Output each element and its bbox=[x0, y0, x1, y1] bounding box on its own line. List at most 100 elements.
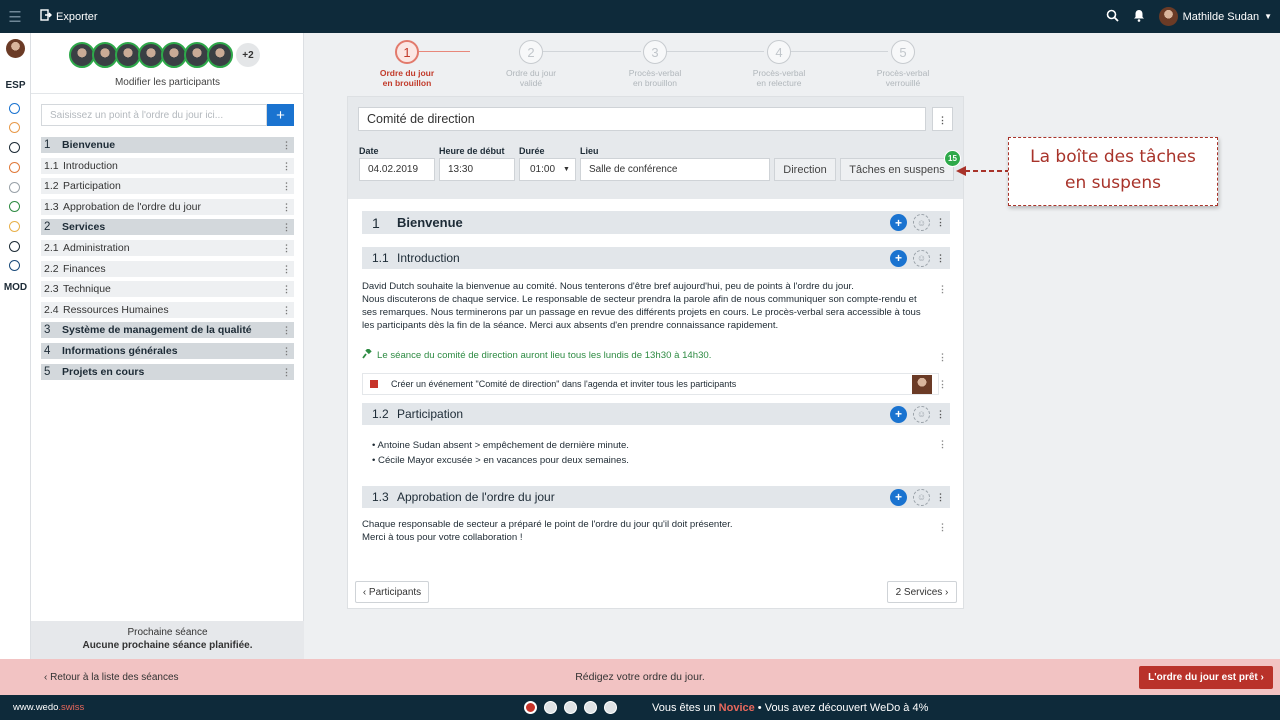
space-circle[interactable] bbox=[9, 201, 20, 212]
kebab-icon[interactable]: ⋮ bbox=[938, 522, 947, 533]
duration-select[interactable]: 01:00 ▼ bbox=[519, 158, 576, 181]
previous-participants-button[interactable]: ‹ Participants bbox=[355, 581, 429, 603]
space-circle[interactable] bbox=[9, 221, 20, 232]
text-block[interactable]: • Antoine Sudan absent > empêchement de … bbox=[372, 438, 942, 468]
text-block[interactable]: Chaque responsable de secteur a préparé … bbox=[362, 518, 932, 544]
kebab-icon[interactable]: ⋮ bbox=[282, 137, 291, 153]
sidebar-item-5[interactable]: 5 Projets en cours ⋮ bbox=[41, 363, 294, 380]
participant-avatar[interactable] bbox=[207, 42, 233, 68]
kebab-icon[interactable]: ⋮ bbox=[282, 343, 291, 359]
pending-tasks-button[interactable]: Tâches en suspens bbox=[840, 158, 954, 181]
agenda-ready-button[interactable]: L'ordre du jour est prêt › bbox=[1139, 666, 1273, 689]
sidebar-item-2-4[interactable]: 2.4 Ressources Humaines ⋮ bbox=[41, 301, 294, 318]
add-point-button[interactable]: + bbox=[267, 104, 294, 126]
text-block[interactable]: David Dutch souhaite la bienvenue au com… bbox=[362, 280, 932, 332]
space-circle[interactable] bbox=[9, 142, 20, 153]
kebab-icon[interactable]: ⋮ bbox=[938, 284, 947, 295]
meeting-card: Comité de direction ⋮ Date Heure de débu… bbox=[347, 96, 964, 609]
sidebar-item-2[interactable]: 2 Services ⋮ bbox=[41, 219, 294, 236]
section-title: Bienvenue bbox=[397, 215, 463, 230]
start-time-field[interactable]: 13:30 bbox=[439, 158, 515, 181]
assign-user-icon[interactable]: ☺ bbox=[913, 249, 930, 267]
space-circle[interactable] bbox=[9, 122, 20, 133]
space-circle[interactable] bbox=[9, 182, 20, 193]
step-label-line: verrouillé bbox=[885, 78, 921, 88]
direction-button[interactable]: Direction bbox=[774, 158, 836, 181]
meeting-title-field[interactable]: Comité de direction bbox=[358, 107, 926, 131]
space-label-esp: ESP bbox=[5, 80, 26, 91]
sidebar-item-2-2[interactable]: 2.2 Finances ⋮ bbox=[41, 260, 294, 277]
sidebar-item-1[interactable]: 1 Bienvenue ⋮ bbox=[41, 137, 294, 153]
task-item[interactable]: Créer un événement "Comité de direction"… bbox=[362, 373, 939, 395]
user-menu[interactable]: Mathilde Sudan ▼ bbox=[1158, 7, 1272, 26]
agenda-subsection-header[interactable]: 1.2 Participation + ☺ ⋮ bbox=[362, 403, 950, 425]
sidebar-item-4[interactable]: 4 Informations générales ⋮ bbox=[41, 342, 294, 359]
kebab-icon[interactable]: ⋮ bbox=[936, 409, 945, 420]
assign-user-icon[interactable]: ☺ bbox=[913, 488, 930, 506]
agenda-subsection-header[interactable]: 1.3 Approbation de l'ordre du jour + ☺ ⋮ bbox=[362, 486, 950, 508]
step-1[interactable]: 1 Ordre du jour en brouillon bbox=[362, 40, 452, 88]
agenda-section-header[interactable]: 1 Bienvenue + ☺ ⋮ bbox=[362, 211, 950, 234]
add-icon[interactable]: + bbox=[890, 249, 907, 267]
export-button[interactable]: Exporter bbox=[40, 9, 98, 24]
menu-icon[interactable]: ☰ bbox=[0, 0, 30, 33]
kebab-icon[interactable]: ⋮ bbox=[282, 158, 291, 174]
gavel-icon bbox=[362, 347, 372, 362]
add-icon[interactable]: + bbox=[890, 488, 907, 506]
date-field[interactable]: 04.02.2019 bbox=[359, 158, 435, 181]
sidebar-item-2-3[interactable]: 2.3 Technique ⋮ bbox=[41, 281, 294, 298]
step-2[interactable]: 2 Ordre du jour validé bbox=[486, 40, 576, 88]
footer-message: Rédigez votre ordre du jour. bbox=[575, 671, 705, 683]
participants-list[interactable]: +2 bbox=[69, 42, 260, 68]
kebab-icon[interactable]: ⋮ bbox=[936, 217, 945, 228]
kebab-icon[interactable]: ⋮ bbox=[936, 492, 945, 503]
add-icon[interactable]: + bbox=[890, 405, 907, 423]
space-circle[interactable] bbox=[9, 103, 20, 114]
space-avatar[interactable] bbox=[6, 39, 25, 58]
more-participants-badge[interactable]: +2 bbox=[236, 43, 260, 67]
sidebar-item-3[interactable]: 3 Système de management de la qualité ⋮ bbox=[41, 322, 294, 339]
kebab-icon[interactable]: ⋮ bbox=[938, 352, 947, 363]
kebab-icon[interactable]: ⋮ bbox=[938, 439, 947, 450]
kebab-icon[interactable]: ⋮ bbox=[282, 240, 291, 256]
kebab-icon[interactable]: ⋮ bbox=[282, 199, 291, 215]
callout-arrow bbox=[956, 166, 1010, 176]
space-circle[interactable] bbox=[9, 162, 20, 173]
decision-line[interactable]: Le séance du comité de direction auront … bbox=[362, 347, 950, 362]
place-field[interactable]: Salle de conférence bbox=[580, 158, 770, 181]
kebab-icon[interactable]: ⋮ bbox=[282, 322, 291, 338]
step-3[interactable]: 3 Procès-verbal en brouillon bbox=[610, 40, 700, 88]
callout-line: La boîte des tâches bbox=[1030, 147, 1196, 167]
kebab-icon[interactable]: ⋮ bbox=[282, 302, 291, 318]
sidebar-item-2-1[interactable]: 2.1 Administration ⋮ bbox=[41, 239, 294, 256]
task-status-icon[interactable] bbox=[370, 380, 378, 388]
back-to-sessions-link[interactable]: ‹ Retour à la liste des séances bbox=[44, 672, 179, 683]
kebab-icon[interactable]: ⋮ bbox=[938, 379, 947, 390]
sidebar-item-1-1[interactable]: 1.1 Introduction ⋮ bbox=[41, 157, 294, 174]
kebab-icon[interactable]: ⋮ bbox=[282, 261, 291, 277]
agenda-subsection-header[interactable]: 1.1 Introduction + ☺ ⋮ bbox=[362, 247, 950, 269]
kebab-icon[interactable]: ⋮ bbox=[282, 178, 291, 194]
space-circle[interactable] bbox=[9, 260, 20, 271]
next-services-button[interactable]: 2 Services › bbox=[887, 581, 957, 603]
space-circle[interactable] bbox=[9, 241, 20, 252]
step-5[interactable]: 5 Procès-verbal verrouillé bbox=[858, 40, 948, 88]
kebab-icon[interactable]: ⋮ bbox=[282, 219, 291, 235]
add-icon[interactable]: + bbox=[890, 214, 907, 231]
item-number: 1.2 bbox=[44, 180, 59, 193]
agenda-point-input[interactable] bbox=[41, 104, 267, 126]
assign-user-icon[interactable]: ☺ bbox=[913, 405, 930, 423]
kebab-icon[interactable]: ⋮ bbox=[282, 281, 291, 297]
modify-participants-link[interactable]: Modifier les participants bbox=[31, 77, 304, 88]
search-icon[interactable] bbox=[1106, 9, 1119, 25]
step-4[interactable]: 4 Procès-verbal en relecture bbox=[734, 40, 824, 88]
add-agenda-row: + bbox=[41, 104, 294, 126]
sidebar-item-1-2[interactable]: 1.2 Participation ⋮ bbox=[41, 178, 294, 195]
sidebar-item-1-3[interactable]: 1.3 Approbation de l'ordre du jour ⋮ bbox=[41, 198, 294, 215]
meeting-options-button[interactable]: ⋮ bbox=[932, 107, 953, 131]
kebab-icon[interactable]: ⋮ bbox=[282, 364, 291, 380]
bell-icon[interactable] bbox=[1133, 9, 1145, 25]
site-link[interactable]: www.wedo.swiss bbox=[13, 702, 84, 713]
assign-user-icon[interactable]: ☺ bbox=[913, 214, 930, 231]
kebab-icon[interactable]: ⋮ bbox=[936, 253, 945, 264]
